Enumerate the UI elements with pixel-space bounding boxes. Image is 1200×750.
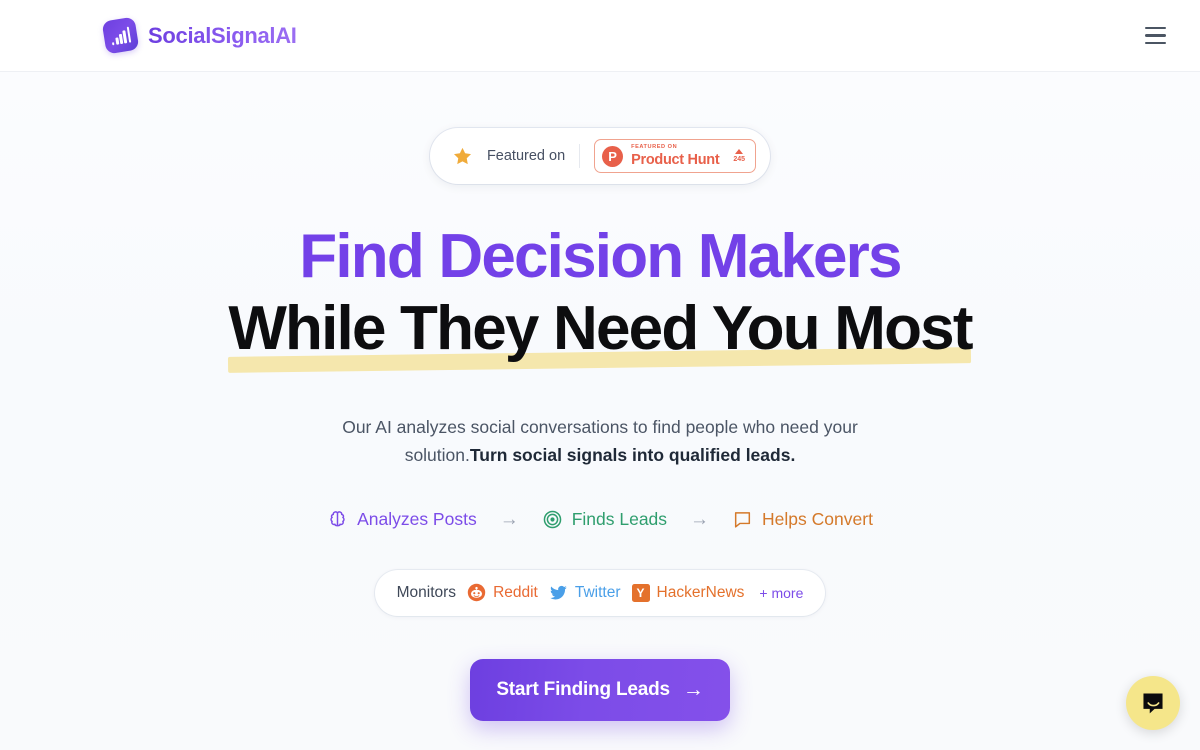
site-header: SocialSignalAI [0,0,1200,72]
monitors-label: Monitors [396,583,457,601]
chat-bubble-icon [734,511,751,528]
hero-subtitle: Our AI analyzes social conversations to … [300,413,900,470]
feature-flow: Analyzes Posts → Finds Leads → Helps Con… [327,509,873,530]
headline-line-2: While They Need You Most [228,294,973,363]
reddit-icon [467,583,486,602]
product-hunt-badge[interactable]: P FEATURED ON Product Hunt 245 [594,138,757,174]
brand-name: SocialSignalAI [148,22,297,48]
arrow-right-icon: → [682,678,704,702]
more-platforms-link[interactable]: + more [759,585,803,601]
brand-logo[interactable]: SocialSignalAI [101,16,297,55]
flow-arrow-2: → [690,508,710,530]
product-hunt-votes: 245 [733,149,745,163]
flow-item-helps-convert[interactable]: Helps Convert [732,509,873,530]
bar-chart-logo-icon [101,16,140,55]
headline-line-1: Find Decision Makers [299,222,902,291]
chat-bubble-smile-icon [1143,693,1163,714]
flow-label-helps-convert: Helps Convert [762,508,873,529]
flow-item-finds-leads[interactable]: Finds Leads [542,509,667,530]
hackernews-icon: Y [631,583,650,602]
platform-hackernews[interactable]: Y HackerNews [631,583,745,602]
featured-on-badge: Featured on P FEATURED ON Product Hunt 2… [429,128,771,184]
flow-label-analyzes-posts: Analyzes Posts [357,508,477,529]
upvote-caret-icon [735,149,744,154]
target-icon [543,510,561,528]
product-hunt-vote-count: 245 [733,156,746,163]
hero-section: Featured on P FEATURED ON Product Hunt 2… [0,72,1200,750]
brain-icon [330,510,345,527]
hamburger-menu-icon[interactable] [1138,19,1172,53]
chat-widget-button[interactable] [1126,676,1180,730]
twitter-bird-icon [549,586,567,600]
subtitle-bold-text: Turn social signals into qualified leads… [469,445,796,466]
flow-item-analyzes-posts[interactable]: Analyzes Posts [327,509,477,530]
platform-label-reddit: Reddit [493,583,538,601]
platform-label-twitter: Twitter [574,583,621,601]
star-icon [453,147,471,164]
platform-twitter[interactable]: Twitter [549,583,621,602]
page-title: Find Decision Makers While They Need You… [228,222,973,373]
flow-label-finds-leads: Finds Leads [571,508,668,529]
cta-label: Start Finding Leads [496,678,670,700]
product-hunt-logo-icon: P [602,145,624,167]
platform-reddit[interactable]: Reddit [467,583,538,602]
start-finding-leads-button[interactable]: Start Finding Leads → [470,658,730,721]
flow-arrow-1: → [499,508,519,530]
product-hunt-name: Product Hunt [631,151,720,168]
pill-divider [579,144,581,168]
monitored-platforms-pill: Monitors Reddit Twitter Y HackerNews + m… [374,569,826,616]
product-hunt-kicker: FEATURED ON [631,143,678,150]
platform-label-hackernews: HackerNews [656,583,745,601]
featured-on-label: Featured on [486,148,566,164]
